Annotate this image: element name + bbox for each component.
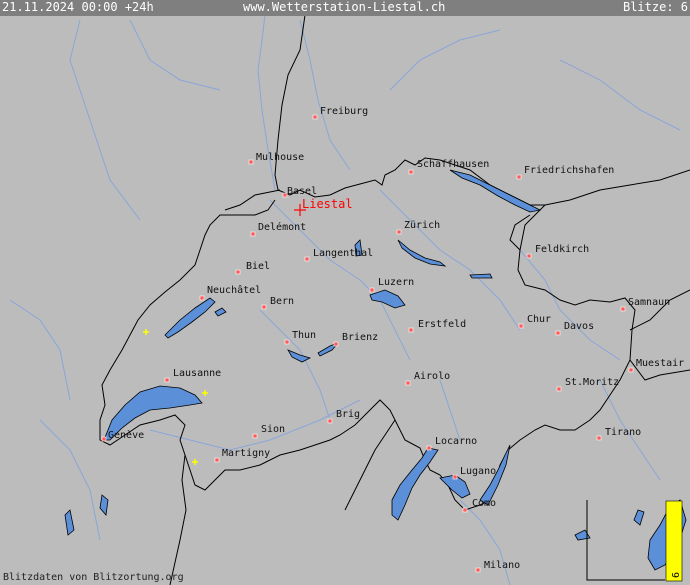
header-bar: 21.11.2024 00:00 +24h www.Wetterstation-… (0, 0, 690, 16)
city-label: Erstfeld (418, 319, 466, 330)
city-label: Milano (484, 560, 520, 571)
city-label: Sion (261, 424, 285, 435)
city-label: Samnaun (628, 297, 670, 308)
strike-count-label: 6 (671, 572, 682, 578)
city-label: Martigny (222, 448, 270, 459)
city-label: Airolo (414, 371, 450, 382)
city-label: Friedrichshafen (524, 165, 614, 176)
footer-credit: Blitzdaten von Blitzortung.org (3, 572, 184, 583)
city-label: Bern (270, 296, 294, 307)
city-label: Muestair (636, 358, 684, 369)
header-strikes: Blitze: 6 (622, 0, 688, 14)
city-label: Davos (564, 321, 594, 332)
header-site: www.Wetterstation-Liestal.ch (243, 0, 446, 14)
city-label: Lugano (460, 466, 496, 477)
city-label: Feldkirch (535, 244, 589, 255)
city-label: St.Moritz (565, 377, 619, 388)
city-label: Tirano (605, 427, 641, 438)
city-label: Neuchâtel (207, 284, 261, 296)
city-label: Chur (527, 314, 551, 325)
city-label: Luzern (378, 277, 414, 288)
city-label: Delémont (258, 221, 306, 233)
station-label: Liestal (302, 197, 353, 211)
city-label: Basel (287, 186, 317, 197)
city-label: Como (472, 498, 496, 509)
lake-walensee (469, 273, 493, 279)
city-label: Schaffhausen (417, 159, 489, 170)
city-label: Brig (336, 409, 360, 420)
city-label: Biel (246, 261, 270, 272)
lightning-map: Freiburg Mulhouse Basel Delémont Schaffh… (0, 0, 690, 585)
city-label: Mulhouse (256, 152, 304, 163)
city-label: Langenthal (313, 248, 373, 259)
city-label: Thun (292, 330, 316, 341)
header-datetime: 21.11.2024 00:00 +24h (2, 0, 154, 14)
city-label: Zürich (404, 220, 440, 231)
city-label: Genève (108, 429, 144, 441)
city-label: Freiburg (320, 106, 368, 117)
city-label: Locarno (435, 436, 477, 447)
strike-count-bar (665, 500, 683, 582)
city-label: Brienz (342, 332, 378, 343)
city-label: Lausanne (173, 368, 221, 379)
